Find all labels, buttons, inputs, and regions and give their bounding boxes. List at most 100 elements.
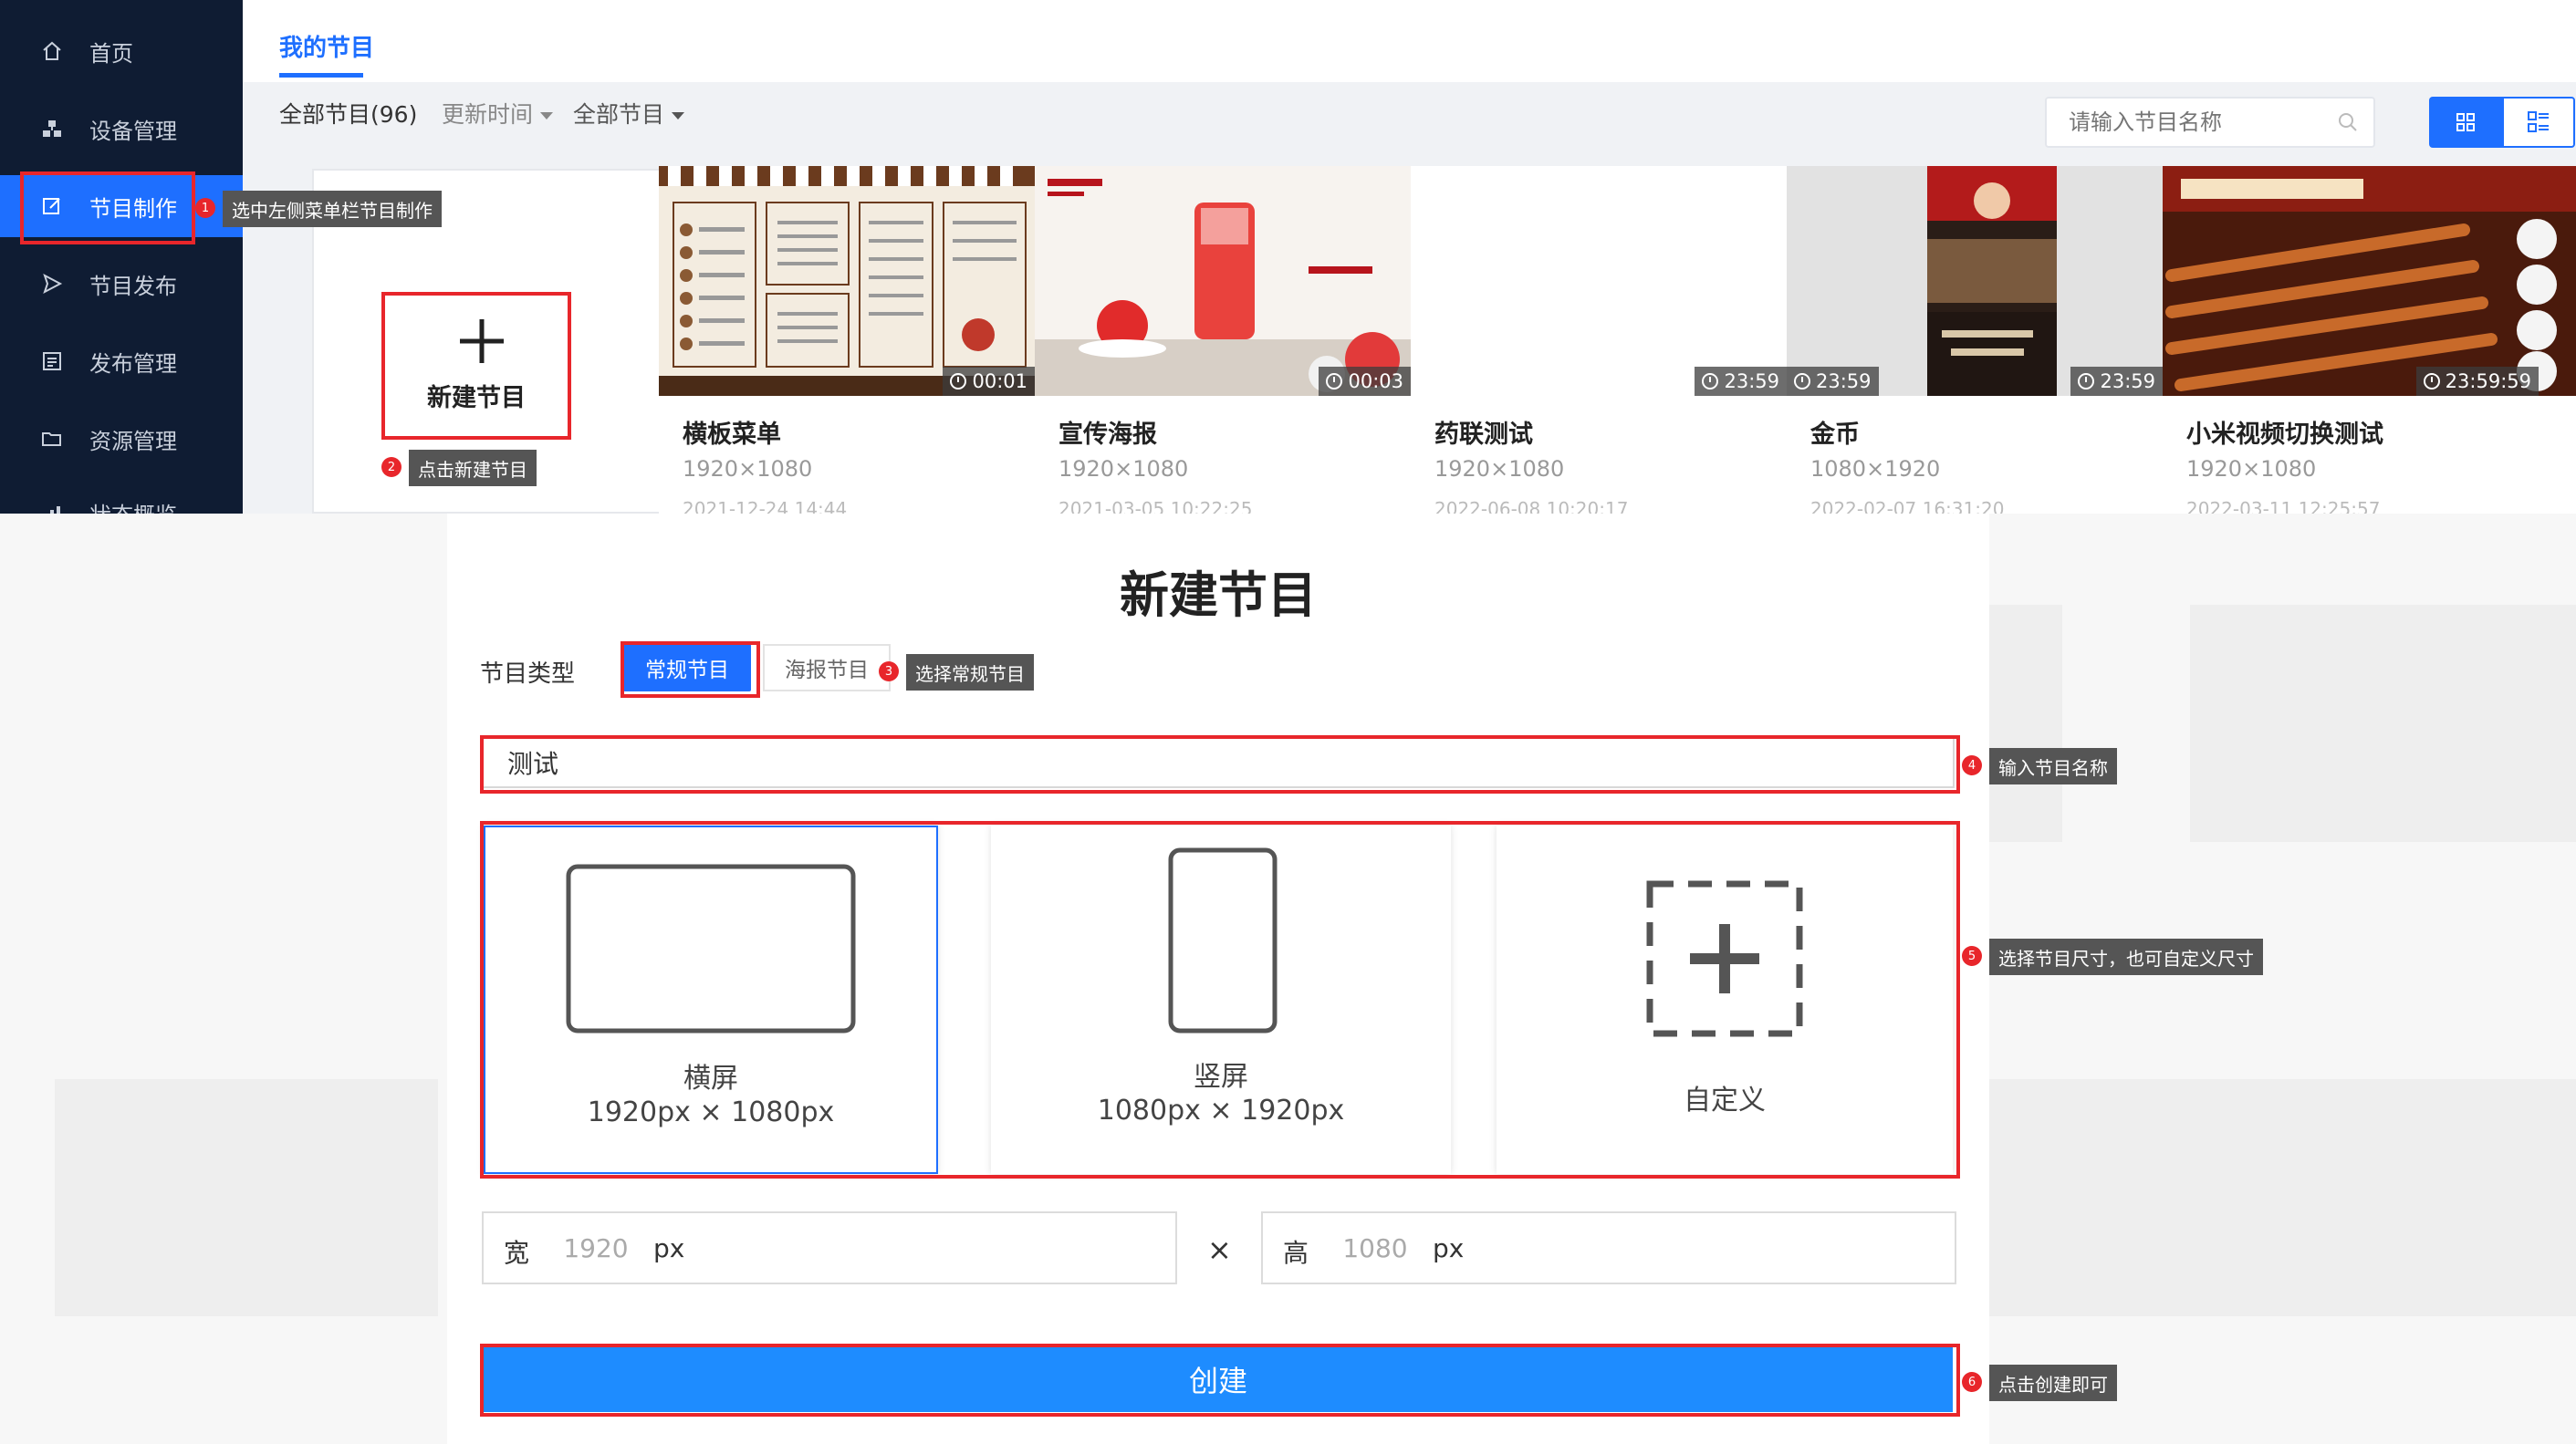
program-name: 宣传海报 — [1059, 421, 1157, 449]
width-input[interactable] — [546, 1224, 646, 1272]
program-size: 1920×1080 — [1434, 456, 1565, 482]
tooltip-step-2: 点击新建节目 — [409, 450, 537, 486]
program-card[interactable]: 00:03 宣传海报 1920×1080 2021-03-05 10:22:25 — [1035, 166, 1411, 514]
tooltip-step-6: 点击创建即可 — [1989, 1365, 2117, 1401]
program-thumbnail: 00:03 — [1035, 166, 1411, 396]
sidebar-item-program-publish[interactable]: 节目发布 — [0, 253, 243, 315]
filter-all-programs[interactable]: 全部节目(96) — [279, 97, 417, 130]
program-size: 1920×1080 — [683, 456, 813, 482]
sidebar-item-publish-management[interactable]: 发布管理 — [0, 330, 243, 392]
ghost-card — [2190, 605, 2576, 842]
sidebar-item-home[interactable]: 首页 — [0, 20, 243, 82]
device-icon — [40, 117, 64, 140]
program-card[interactable]: 23:59 药联测试 1920×1080 2022-06-08 10:20:17 — [1411, 166, 1787, 514]
highlight-name-input — [480, 735, 1960, 794]
width-unit: px — [653, 1233, 685, 1263]
program-card[interactable]: 00:01 横板菜单 1920×1080 2021-12-24 14:44 — [659, 166, 1035, 514]
step-badge-3: 3 — [879, 661, 899, 681]
chart-icon — [40, 501, 64, 514]
step-badge-5: 5 — [1962, 946, 1982, 966]
duration-text: 00:01 — [972, 370, 1027, 392]
highlight-regular-program — [621, 641, 760, 698]
list-view-button[interactable] — [2502, 97, 2575, 148]
duration-text: 23:59:59 — [2445, 370, 2531, 392]
ghost-card — [55, 1079, 438, 1316]
duration-text: 23:59 — [1724, 370, 1779, 392]
duration-badge: 23:59 — [2070, 367, 2163, 396]
poster-image — [1035, 166, 1411, 396]
program-card[interactable]: 23:59:59 小米视频切换测试 1920×1080 2022-03-11 1… — [2163, 166, 2576, 514]
portrait-video-image — [1787, 166, 2163, 396]
program-date: 2021-12-24 14:44 — [683, 498, 848, 514]
program-size: 1080×1920 — [1810, 456, 1941, 482]
times-sign: × — [1207, 1232, 1232, 1267]
list-view-icon — [2528, 111, 2549, 132]
clock-icon — [2423, 373, 2440, 390]
search-box — [2045, 97, 2375, 148]
new-program-button[interactable]: 新建节目 — [381, 292, 571, 440]
duration-badge: 23:59 — [1787, 367, 1879, 396]
grid-view-button[interactable] — [2429, 97, 2502, 148]
program-size: 1920×1080 — [1059, 456, 1189, 482]
height-input[interactable] — [1325, 1224, 1425, 1272]
height-label: 高 — [1283, 1238, 1309, 1268]
width-field: 宽 px — [482, 1211, 1177, 1284]
program-thumbnail: 23:59:59 — [2163, 166, 2576, 396]
program-date: 2022-02-07 16:31:20 — [1810, 498, 2005, 514]
tab-bar: 我的节目 — [243, 0, 2576, 82]
plus-icon — [460, 319, 504, 363]
height-field: 高 px — [1261, 1211, 1956, 1284]
duration-badge: 23:59:59 — [2415, 367, 2539, 396]
search-input[interactable] — [2069, 99, 2333, 146]
tooltip-step-4: 输入节目名称 — [1989, 748, 2117, 784]
clock-icon — [1702, 373, 1719, 390]
duration-text: 23:59 — [1816, 370, 1872, 392]
caret-down-icon — [672, 112, 685, 119]
program-date: 2022-03-11 12:25:57 — [2186, 498, 2381, 514]
program-thumbnail: 23:59 — [1411, 166, 1787, 396]
clock-icon — [1326, 373, 1343, 390]
sidebar-item-label: 资源管理 — [89, 428, 177, 454]
program-name: 药联测试 — [1434, 421, 1533, 449]
program-date: 2021-03-05 10:22:25 — [1059, 498, 1253, 514]
tooltip-step-3: 选择常规节目 — [906, 654, 1034, 691]
sidebar-item-devices[interactable]: 设备管理 — [0, 98, 243, 160]
program-filter-dropdown[interactable]: 全部节目 — [573, 97, 685, 130]
program-name: 小米视频切换测试 — [2186, 421, 2383, 449]
duration-badge: 00:03 — [1319, 367, 1411, 396]
sidebar-item-label: 发布管理 — [89, 350, 177, 377]
clock-icon — [2078, 373, 2095, 390]
filter-bar: 全部节目(96) 更新时间 全部节目 — [243, 82, 2576, 164]
program-thumbnail: 00:01 — [659, 166, 1035, 396]
menu-board-image — [659, 166, 1035, 396]
folder-icon — [40, 427, 64, 451]
program-thumbnail: 23:59 23:59 — [1787, 166, 2163, 396]
sidebar-item-label: 节目发布 — [89, 273, 177, 299]
list-icon — [40, 349, 64, 373]
sort-dropdown[interactable]: 更新时间 — [442, 97, 554, 130]
sidebar-item-resource-management[interactable]: 资源管理 — [0, 408, 243, 470]
app-screenshot: 首页 设备管理 节目制作 节目发布 发布管理 资源管理 我的节目 全部节目(96… — [0, 0, 2576, 514]
sidebar-item-status-overview[interactable]: 状态概览 — [0, 482, 243, 514]
clock-icon — [950, 373, 967, 390]
highlight-create-button — [480, 1344, 1960, 1417]
highlight-size-options — [480, 821, 1960, 1179]
tab-my-programs[interactable]: 我的节目 — [279, 29, 374, 63]
home-icon — [40, 39, 64, 63]
step-badge-6: 6 — [1962, 1372, 1982, 1392]
poster-program-button[interactable]: 海报节目 — [763, 644, 891, 691]
program-type-label: 节目类型 — [480, 660, 576, 688]
modal-title: 新建节目 — [1120, 566, 1317, 624]
program-name: 金币 — [1810, 421, 1860, 449]
sidebar-item-label: 状态概览 — [89, 497, 177, 514]
tooltip-step-5: 选择节目尺寸，也可自定义尺寸 — [1989, 939, 2263, 975]
duration-badge: 23:59 — [1695, 367, 1787, 396]
width-label: 宽 — [504, 1238, 530, 1268]
program-filter-label: 全部节目 — [573, 101, 665, 128]
duration-text: 23:59 — [2100, 370, 2155, 392]
program-card[interactable]: 23:59 23:59 金币 1080×1920 2022-02-07 16:3… — [1787, 166, 2163, 514]
new-program-label: 新建节目 — [427, 384, 526, 412]
program-date: 2022-06-08 10:20:17 — [1434, 498, 1629, 514]
send-icon — [40, 272, 64, 296]
search-icon[interactable] — [2337, 111, 2359, 133]
